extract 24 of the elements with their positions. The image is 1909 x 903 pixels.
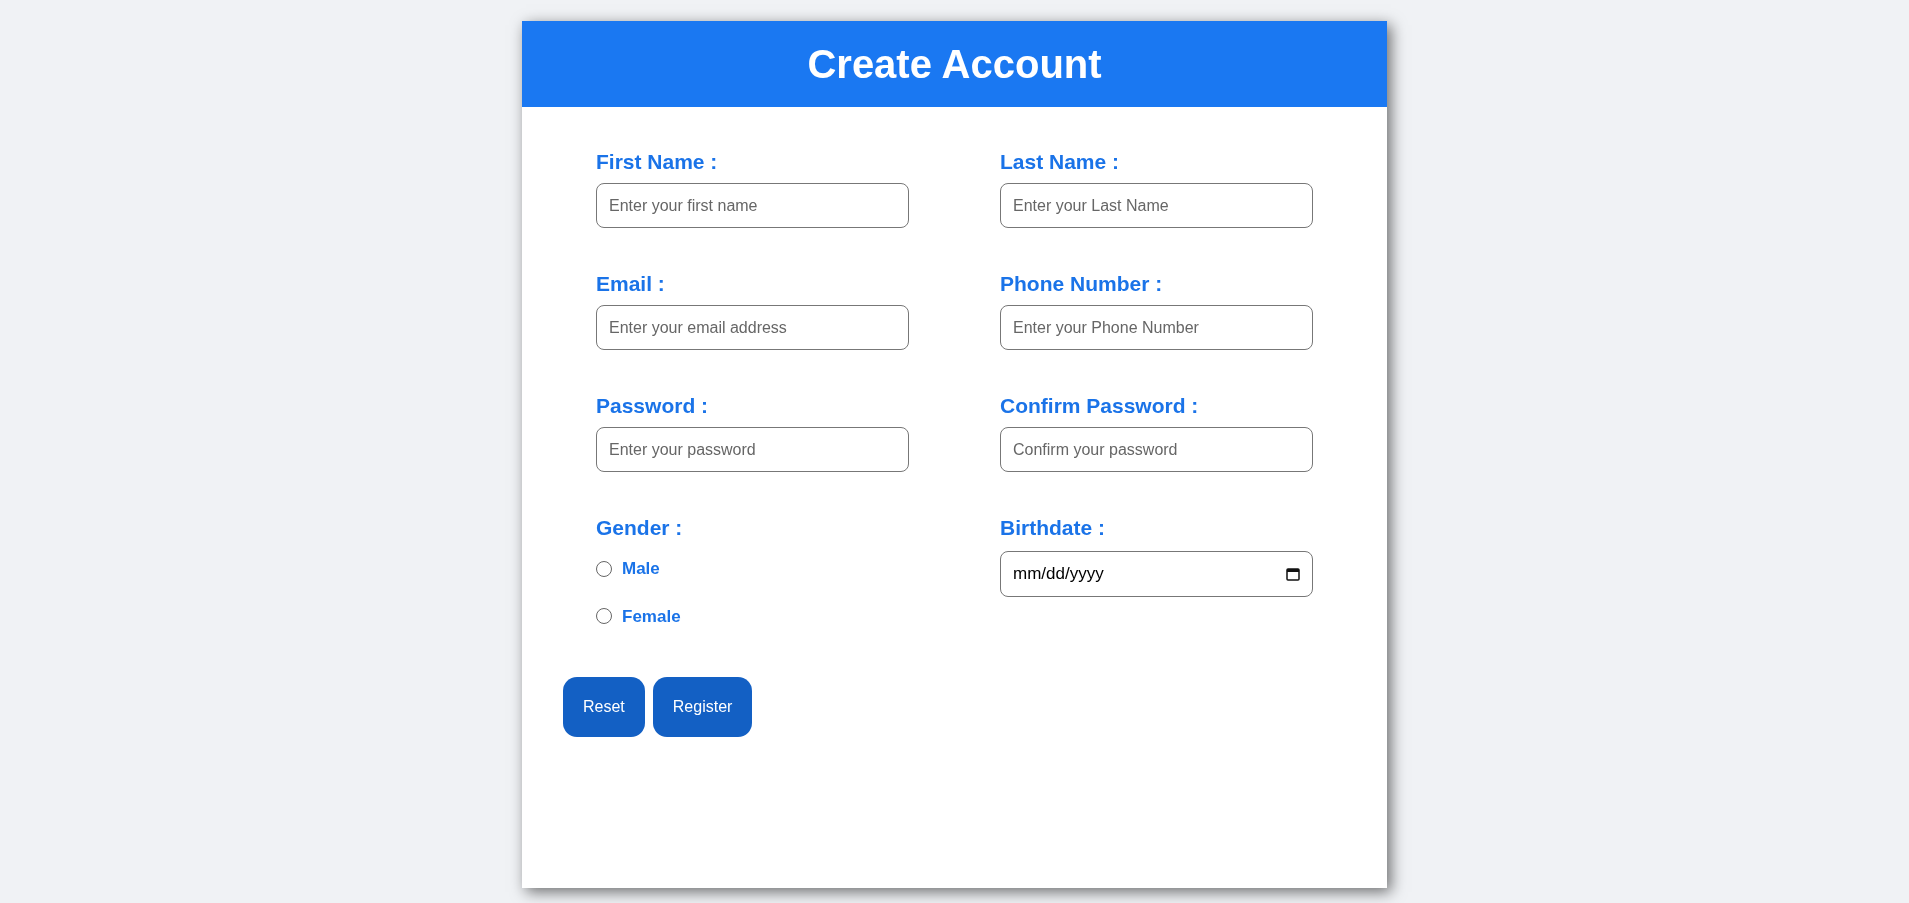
calendar-icon[interactable] (1286, 567, 1300, 581)
register-button[interactable]: Register (652, 677, 753, 737)
reset-button[interactable]: Reset (563, 677, 645, 737)
field-label: First Name : (596, 150, 719, 174)
radio-label: Female (622, 605, 681, 628)
field-label: Confirm Password : (1000, 394, 1200, 418)
input-field[interactable]: Enter your password (596, 427, 909, 472)
field-label: Password : (596, 394, 710, 418)
input-field[interactable]: Enter your email address (596, 305, 909, 350)
input-field[interactable]: Enter your first name (596, 183, 909, 228)
field-label: Gender : (596, 516, 684, 540)
radio-button[interactable] (596, 560, 612, 577)
field-label: Last Name : (1000, 150, 1121, 174)
field-label: Email : (596, 272, 666, 296)
date-field[interactable]: mm/dd/yyyy (1000, 551, 1313, 597)
form-title: Create Account (807, 41, 1102, 88)
radio-label: Male (622, 558, 660, 580)
input-field[interactable]: Confirm your password (1000, 427, 1313, 472)
field-label: Phone Number : (1000, 272, 1164, 296)
input-field[interactable]: Enter your Phone Number (1000, 305, 1313, 350)
field-label: Birthdate : (1000, 516, 1106, 540)
input-field[interactable]: Enter your Last Name (1000, 183, 1313, 228)
radio-button[interactable] (596, 608, 612, 625)
date-value: mm/dd/yyyy (1013, 563, 1104, 586)
